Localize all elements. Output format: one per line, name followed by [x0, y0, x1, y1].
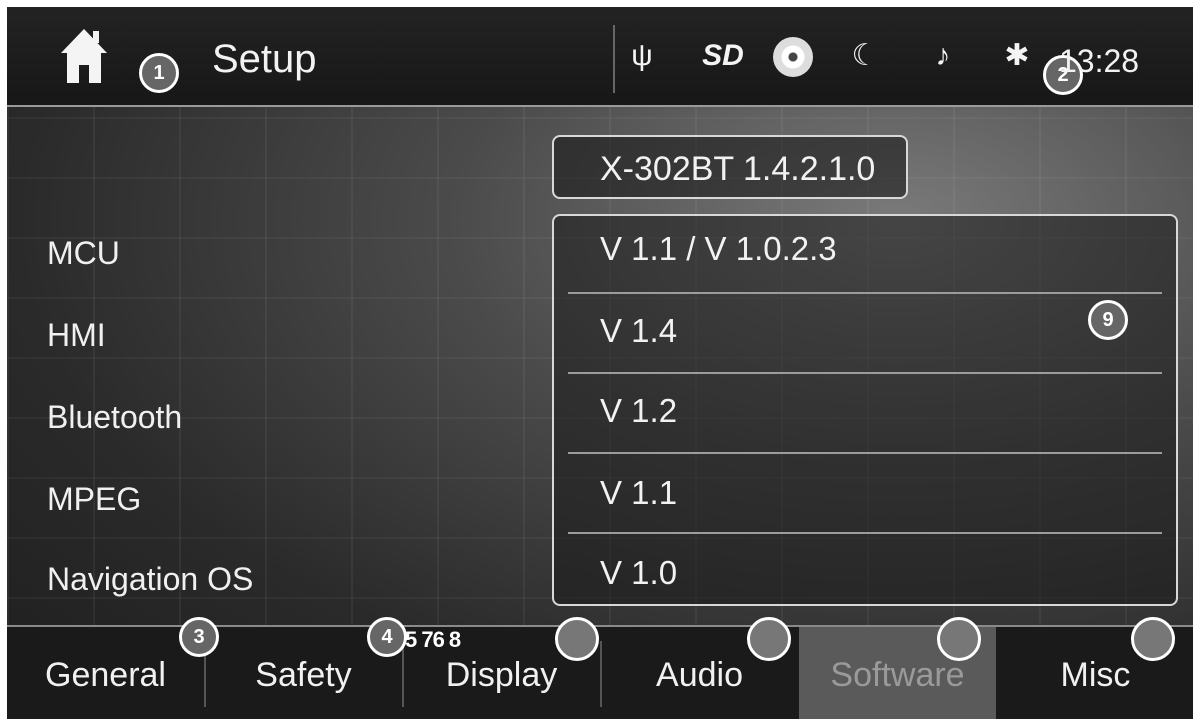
top-bar: 1 Setup ψ SD ☾ ♪ ✱ 2 13:28: [7, 7, 1193, 107]
mute-icon: ♪: [935, 39, 951, 72]
callout-marker: [1131, 617, 1175, 661]
callout-marker: [747, 617, 791, 661]
callout-3: 3: [179, 617, 219, 657]
version-mcu: V 1.1 / V 1.0.2.3: [600, 230, 837, 267]
callout-marker: [555, 617, 599, 661]
label-bluetooth: Bluetooth: [47, 399, 183, 435]
divider: [568, 452, 1162, 454]
version-navigation-os: V 1.0: [600, 554, 678, 591]
clock: 13:28: [1059, 43, 1140, 79]
callout-9: 9: [1088, 300, 1128, 340]
disc-icon: [773, 37, 813, 77]
label-navigation-os: Navigation OS: [47, 561, 254, 597]
callout-marker: [937, 617, 981, 661]
model-version: X-302BT 1.4.2.1.0: [552, 135, 908, 199]
label-hmi: HMI: [47, 317, 106, 353]
page-title: Setup: [212, 37, 317, 81]
version-hmi: V 1.4: [600, 312, 678, 349]
callout-4: 4: [367, 617, 407, 657]
night-mode-icon: ☾: [851, 39, 879, 72]
version-list: V 1.1 / V 1.0.2.3 V 1.4 V 1.2 V 1.1 V 1.…: [552, 214, 1178, 606]
divider: [613, 25, 615, 93]
setup-screen: 1 Setup ψ SD ☾ ♪ ✱ 2 13:28 X-302BT 1.4.2…: [7, 7, 1193, 719]
label-mcu: MCU: [47, 235, 120, 271]
version-mpeg: V 1.1: [600, 474, 678, 511]
usb-icon: ψ: [631, 39, 653, 72]
callout-1: 1: [139, 53, 179, 93]
divider: [568, 292, 1162, 294]
home-icon[interactable]: [59, 25, 109, 87]
sd-card-icon: SD: [702, 39, 744, 72]
tab-general[interactable]: General: [7, 627, 204, 719]
callout-5-6-7-8: 5 76 8: [405, 627, 461, 652]
bluetooth-icon: ✱: [1004, 39, 1030, 72]
divider: [568, 532, 1162, 534]
version-bluetooth: V 1.2: [600, 392, 678, 429]
label-mpeg: MPEG: [47, 481, 142, 517]
divider: [568, 372, 1162, 374]
